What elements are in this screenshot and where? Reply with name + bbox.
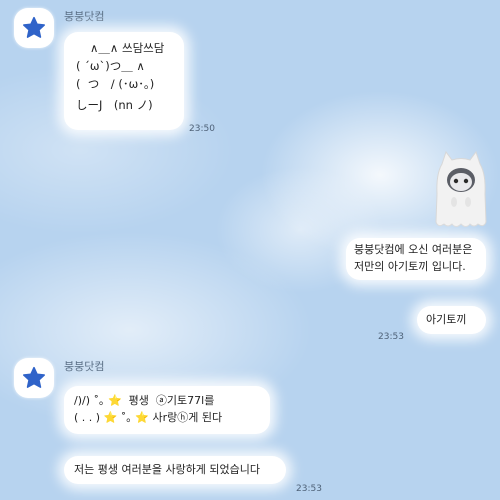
- sender-name: 붕붕닷컴: [64, 10, 105, 23]
- message-bubble[interactable]: 저는 평생 여러분을 사랑하게 되었습니다: [64, 456, 286, 484]
- message-bubble[interactable]: ∧＿∧ 쓰담쓰담 ( ´ω`)つ＿ ∧ ( つ / (･ω･｡) しーJ (nn…: [64, 32, 184, 130]
- avatar[interactable]: [14, 358, 54, 398]
- message-line: 붕붕닷컴에 오신 여러분은: [354, 243, 473, 256]
- timestamp: 23:53: [378, 332, 404, 342]
- message-line: 저만의 아기토끼 입니다.: [354, 260, 466, 274]
- message-bubble[interactable]: 아기토끼: [417, 306, 486, 334]
- message-line: ∧＿∧ 쓰담쓰담: [90, 41, 165, 55]
- star-icon: [23, 366, 45, 388]
- message-line: 저는 평생 여러분을 사랑하게 되었습니다: [74, 463, 261, 476]
- message-line: ( つ / (･ω･｡): [76, 76, 155, 91]
- message-line: 아기토끼: [426, 313, 467, 326]
- timestamp: 23:53: [296, 484, 322, 494]
- message-line: ( ´ω`)つ＿ ∧: [76, 58, 145, 73]
- message-bubble[interactable]: /)/) ˚｡ ⭐ 평생 ⓐ기토77l를 ( . . ) ⭐ ˚｡ ⭐ 사r랑ⓗ…: [64, 386, 270, 434]
- avatar[interactable]: [14, 8, 54, 48]
- star-icon: [23, 16, 45, 38]
- message-line: /)/) ˚｡ ⭐ 평생 ⓐ기토77l를: [74, 394, 215, 407]
- message-line: しーJ (nn ノ): [76, 98, 153, 113]
- sender-name: 붕붕닷컴: [64, 360, 105, 373]
- ghost-doll-sticker[interactable]: [432, 150, 490, 230]
- message-bubble[interactable]: 붕붕닷컴에 오신 여러분은 저만의 아기토끼 입니다.: [346, 238, 486, 280]
- timestamp: 23:50: [189, 124, 215, 134]
- message-line: ( . . ) ⭐ ˚｡ ⭐ 사r랑ⓗ게 된다: [74, 411, 223, 425]
